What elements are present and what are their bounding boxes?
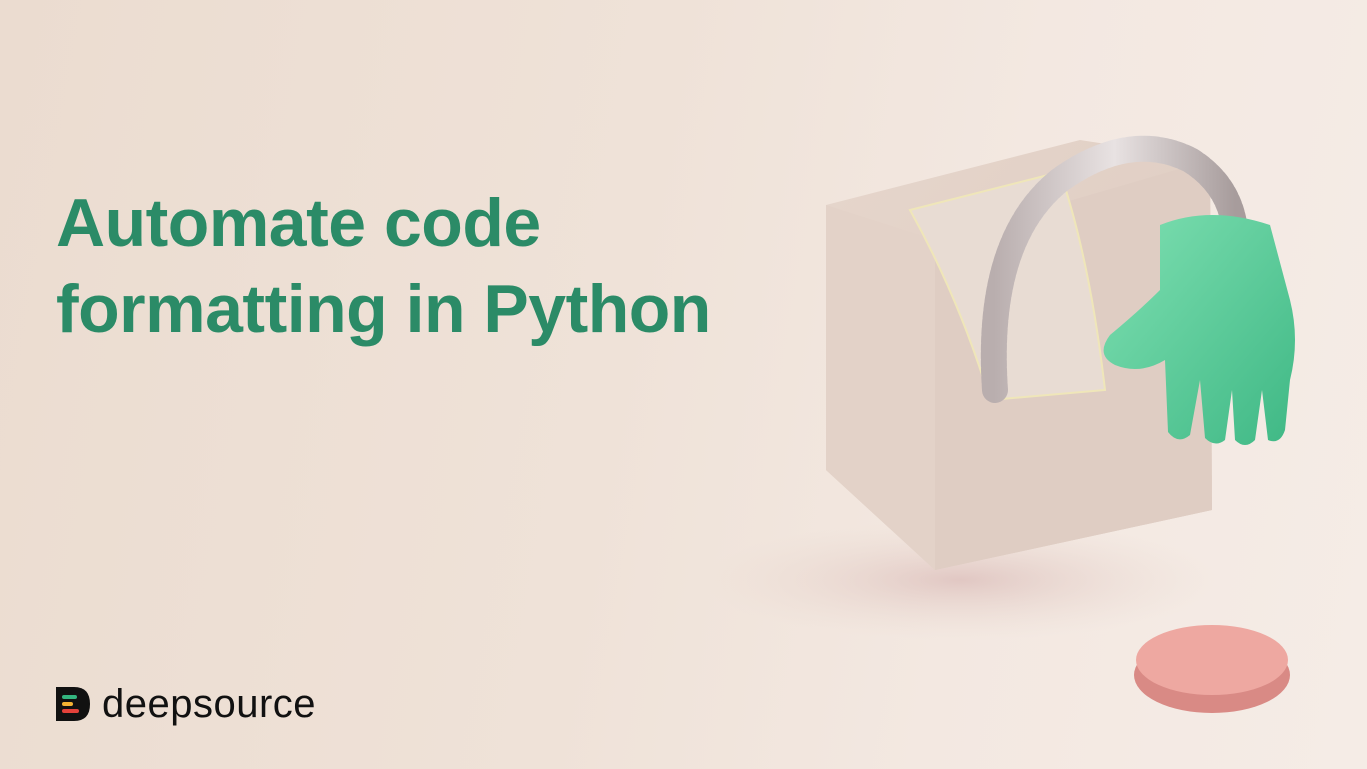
brand-name: deepsource <box>102 682 317 726</box>
deepsource-logo-icon <box>56 687 90 721</box>
pink-button <box>1134 625 1290 713</box>
brand-logo: deepsource <box>56 684 316 724</box>
illustration-box-glove <box>700 135 1295 713</box>
